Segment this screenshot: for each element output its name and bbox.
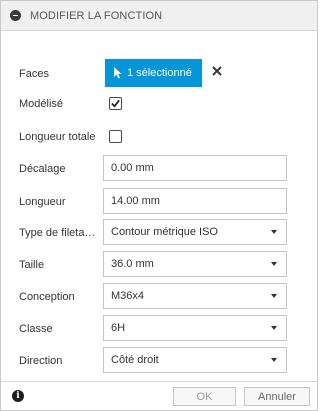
size-value: 36.0 mm [111,258,154,270]
collapse-icon[interactable] [10,10,21,21]
designation-select[interactable]: M36x4 [103,283,287,309]
chevron-down-icon [271,262,277,266]
length-value: 14.00 mm [111,195,160,207]
direction-label: Direction [19,355,63,367]
dialog-header[interactable]: MODIFIER LA FONCTION [1,1,317,31]
faces-label: Faces [19,68,49,80]
class-label: Classe [19,323,53,335]
class-select[interactable]: 6H [103,315,287,341]
cursor-arrow-icon [114,67,122,79]
close-icon[interactable] [211,65,223,77]
faces-selection-button[interactable]: 1 sélectionné [105,59,202,87]
designation-value: M36x4 [111,290,145,302]
direction-select[interactable]: Côté droit [103,347,287,373]
thread-type-value: Contour métrique ISO [111,226,218,238]
faces-selection-label: 1 sélectionné [127,67,192,79]
ok-button[interactable]: OK [173,387,236,406]
thread-type-select[interactable]: Contour métrique ISO [103,219,287,245]
chevron-down-icon [271,294,277,298]
designation-label: Conception [19,291,75,303]
chevron-down-icon [271,358,277,362]
checkmark-icon [111,99,120,108]
full-length-checkbox[interactable] [109,130,122,143]
thread-type-label: Type de fileta… [19,227,96,239]
modify-feature-dialog: MODIFIER LA FONCTION Faces 1 sélectionné… [0,0,318,411]
length-label: Longueur [19,196,66,208]
chevron-down-icon [271,326,277,330]
size-label: Taille [19,259,45,271]
info-icon[interactable]: i [12,390,24,402]
dialog-footer: i OK Annuler [1,381,317,410]
modeled-label: Modélisé [19,98,64,110]
class-value: 6H [111,322,126,334]
offset-value: 0.00 mm [111,162,154,174]
full-length-label: Longueur totale [19,131,96,143]
dialog-title: MODIFIER LA FONCTION [30,9,163,22]
offset-input[interactable]: 0.00 mm [103,155,287,181]
offset-label: Décalage [19,163,66,175]
modeled-checkbox[interactable] [109,97,122,110]
direction-value: Côté droit [111,354,159,366]
chevron-down-icon [271,230,277,234]
cancel-button[interactable]: Annuler [244,387,310,406]
size-select[interactable]: 36.0 mm [103,251,287,277]
length-input[interactable]: 14.00 mm [103,188,287,214]
